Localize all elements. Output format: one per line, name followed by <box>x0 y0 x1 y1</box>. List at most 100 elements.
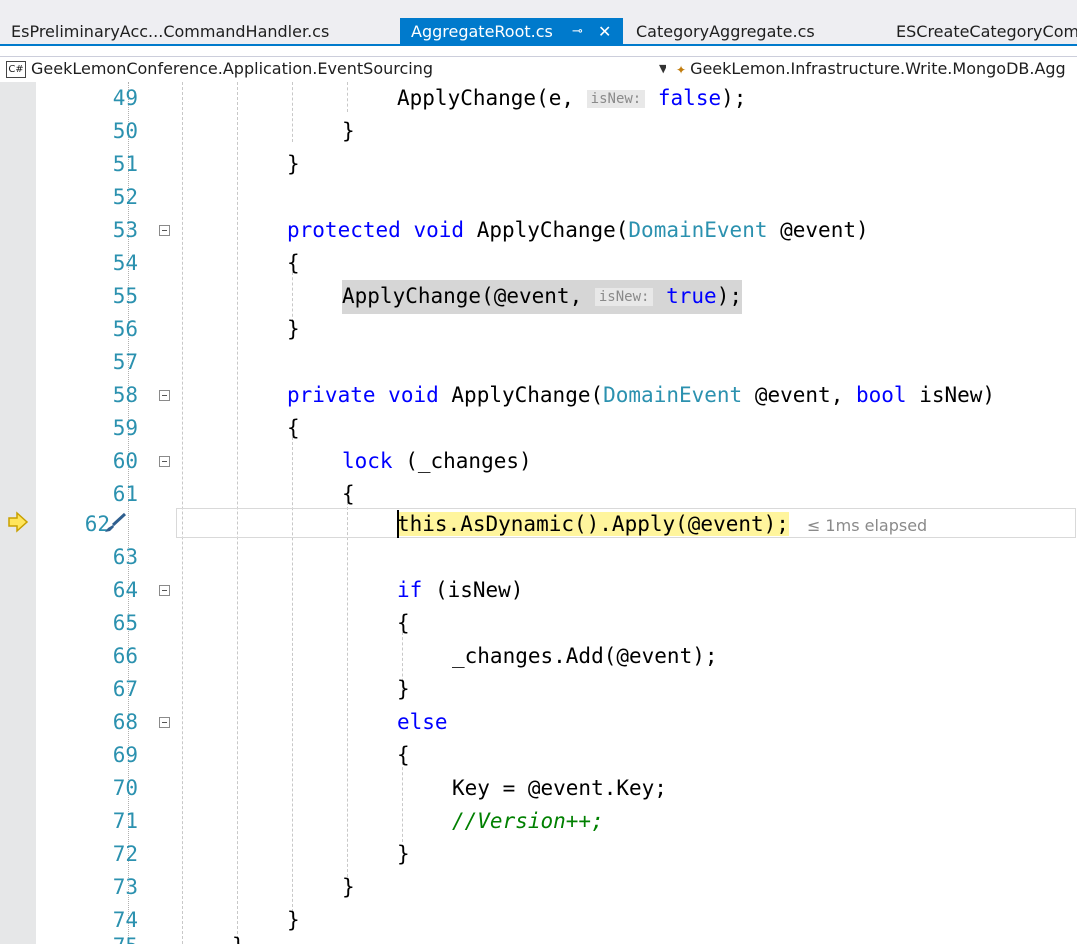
chevron-down-icon[interactable]: ▼ <box>659 57 666 81</box>
line-number: 50 <box>112 119 138 143</box>
perf-tip[interactable]: ≤ 1ms elapsed <box>807 516 927 535</box>
line-number: 59 <box>112 416 138 440</box>
keyword: lock <box>342 449 393 473</box>
code-line-current[interactable]: 62 this.AsDynamic().Apply(@event); ≤ 1ms … <box>36 508 1077 541</box>
code-line[interactable]: 54 { <box>36 247 1077 280</box>
line-number: 72 <box>112 842 138 866</box>
code-text: ApplyChange( <box>451 383 604 407</box>
code-line[interactable]: 73 } <box>36 871 1077 904</box>
code-text: } <box>287 317 300 341</box>
line-number: 66 <box>112 644 138 668</box>
code-line[interactable]: 51 } <box>36 148 1077 181</box>
collapse-toggle[interactable] <box>159 717 170 728</box>
code-line[interactable]: 50 } <box>36 115 1077 148</box>
tab-es-create-category[interactable]: ESCreateCategoryCom <box>885 18 1077 46</box>
code-text: ApplyChange(@event, <box>342 284 595 308</box>
code-text: @event) <box>767 218 869 242</box>
code-text: @event, <box>742 383 856 407</box>
tab-es-preliminary[interactable]: EsPreliminaryAcc...CommandHandler.cs <box>0 18 392 46</box>
code-text: ); <box>716 284 742 308</box>
code-line[interactable]: 56 } <box>36 313 1077 346</box>
quick-actions-icon[interactable] <box>101 512 127 534</box>
keyword: void <box>413 218 465 242</box>
active-tab-underline <box>0 44 1077 46</box>
collapse-toggle[interactable] <box>159 225 170 236</box>
tab-label: AggregateRoot.cs <box>411 22 553 41</box>
code-text: } <box>397 677 410 701</box>
line-number: 67 <box>112 677 138 701</box>
tab-label: ESCreateCategoryCom <box>896 22 1077 41</box>
collapse-toggle[interactable] <box>159 585 170 596</box>
project-name: GeekLemonConference.Application.EventSou… <box>31 59 434 78</box>
line-number: 55 <box>112 284 138 308</box>
keyword: false <box>657 86 722 110</box>
collapse-toggle[interactable] <box>159 390 170 401</box>
code-line[interactable]: 63 <box>36 541 1077 574</box>
project-dropdown[interactable]: C# GeekLemonConference.Application.EventS… <box>6 57 666 82</box>
keyword: else <box>397 710 448 734</box>
line-number: 63 <box>112 545 138 569</box>
code-line[interactable]: 68 else <box>36 706 1077 739</box>
code-line[interactable]: 71 //Version++; <box>36 805 1077 838</box>
code-line[interactable]: 75 } <box>36 930 1077 944</box>
tab-category-aggregate[interactable]: CategoryAggregate.cs <box>625 18 880 46</box>
parameter-hint: isNew: <box>586 90 646 108</box>
code-text: Key = @event.Key; <box>452 776 667 800</box>
tab-label: CategoryAggregate.cs <box>636 22 815 41</box>
close-icon[interactable]: ✕ <box>598 18 611 46</box>
tab-label: EsPreliminaryAcc...CommandHandler.cs <box>11 22 330 41</box>
code-line[interactable]: 49 ApplyChange(e, isNew: false); <box>36 82 1077 115</box>
code-text: } <box>342 875 355 899</box>
code-line[interactable]: 72 } <box>36 838 1077 871</box>
line-number: 71 <box>112 809 138 833</box>
code-line[interactable]: 58 private void ApplyChange(DomainEvent … <box>36 379 1077 412</box>
code-text: ); <box>721 86 747 110</box>
code-line[interactable]: 65 { <box>36 607 1077 640</box>
class-dropdown[interactable]: ✦ GeekLemon.Infrastructure.Write.MongoDB.… <box>676 57 1077 82</box>
line-number: 51 <box>112 152 138 176</box>
type-name: DomainEvent <box>628 218 768 242</box>
code-line[interactable]: 69 { <box>36 739 1077 772</box>
document-tab-strip: EsPreliminaryAcc...CommandHandler.cs Agg… <box>0 0 1077 46</box>
line-number: 65 <box>112 611 138 635</box>
tab-aggregate-root[interactable]: AggregateRoot.cs ⊸ ✕ <box>400 18 623 46</box>
line-number: 64 <box>112 578 138 602</box>
class-icon: ✦ <box>676 63 687 77</box>
current-statement: this.AsDynamic().Apply(@event); <box>397 512 789 536</box>
pin-icon[interactable]: ⊸ <box>572 18 583 46</box>
keyword: if <box>397 578 423 602</box>
code-line[interactable]: 53 protected void ApplyChange(DomainEven… <box>36 214 1077 247</box>
code-line[interactable]: 60 lock (_changes) <box>36 445 1077 478</box>
code-line[interactable]: 67 } <box>36 673 1077 706</box>
line-number: 69 <box>112 743 138 767</box>
line-number: 57 <box>112 350 138 374</box>
code-text: ApplyChange( <box>476 218 629 242</box>
collapse-toggle[interactable] <box>159 456 170 467</box>
code-text: } <box>232 930 245 944</box>
keyword: void <box>388 383 439 407</box>
line-number: 73 <box>112 875 138 899</box>
line-number: 61 <box>112 482 138 506</box>
code-line[interactable]: 52 <box>36 181 1077 214</box>
code-line[interactable]: 59 { <box>36 412 1077 445</box>
code-text: } <box>397 842 410 866</box>
code-line[interactable]: 61 { <box>36 478 1077 511</box>
code-line[interactable]: 57 <box>36 346 1077 379</box>
code-line[interactable]: 70 Key = @event.Key; <box>36 772 1077 805</box>
keyword: protected <box>287 218 401 242</box>
comment: //Version++; <box>452 809 604 833</box>
navigation-bar: C# GeekLemonConference.Application.EventS… <box>0 56 1077 83</box>
code-text: { <box>342 482 355 506</box>
line-number: 54 <box>112 251 138 275</box>
csharp-file-icon: C# <box>6 61 26 78</box>
code-line[interactable]: 66 _changes.Add(@event); <box>36 640 1077 673</box>
line-number: 49 <box>112 86 138 110</box>
code-text: { <box>287 251 300 275</box>
line-number: 70 <box>112 776 138 800</box>
keyword: private <box>287 383 376 407</box>
code-line[interactable]: 55 ApplyChange(@event, isNew: true); <box>36 280 1077 314</box>
text-caret <box>397 510 399 538</box>
code-editor[interactable]: 49 ApplyChange(e, isNew: false); 50 } 51… <box>0 82 1077 944</box>
type-name: DomainEvent <box>603 383 743 407</box>
code-line[interactable]: 64 if (isNew) <box>36 574 1077 607</box>
